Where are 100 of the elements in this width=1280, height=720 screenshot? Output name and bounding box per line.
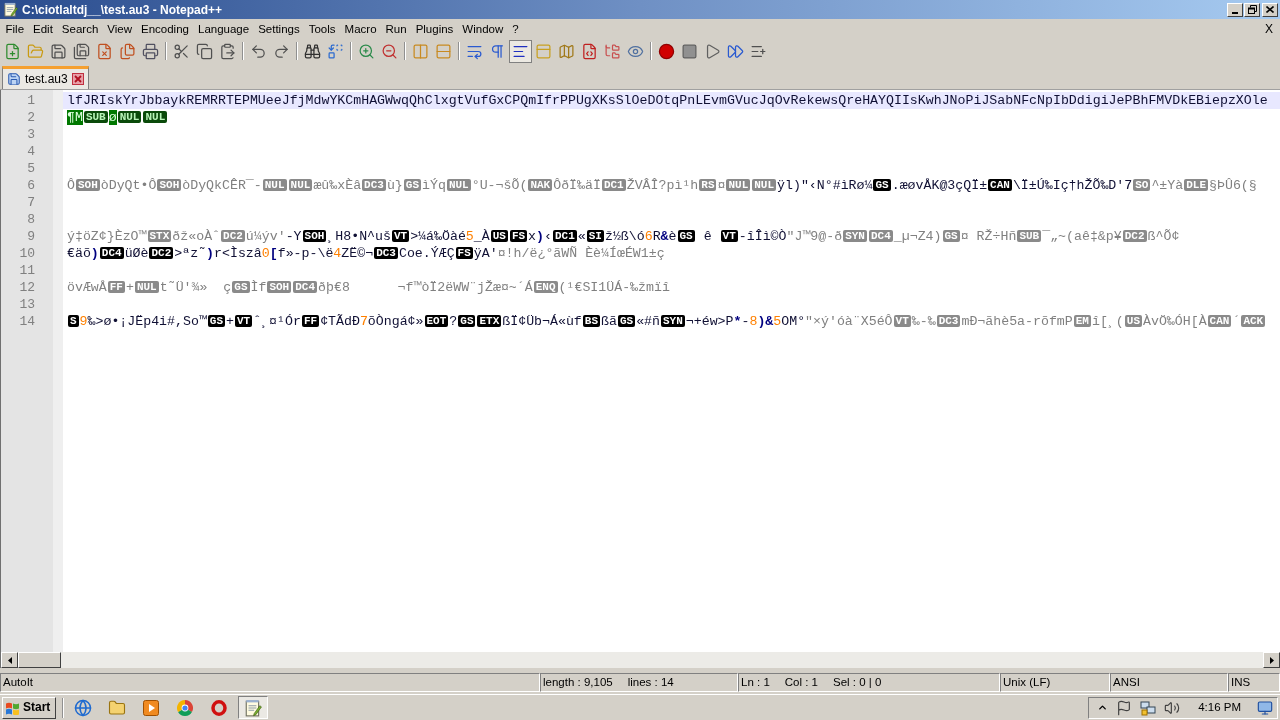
chevron-up-icon[interactable]: [1097, 702, 1109, 713]
menu-item[interactable]: Tools: [304, 20, 341, 37]
line-number: 2: [27, 109, 35, 126]
files-icon[interactable]: [119, 42, 136, 60]
function-list-icon[interactable]: [581, 42, 598, 60]
close-icon[interactable]: [71, 73, 84, 85]
status-text: Unix (LF): [1003, 675, 1051, 690]
clock-text[interactable]: 4:16 PM: [1198, 700, 1241, 715]
desktop-icon[interactable]: [1257, 699, 1273, 716]
line-number: 3: [27, 126, 35, 143]
horizontal-scrollbar[interactable]: [0, 652, 1280, 668]
save-icon: [7, 72, 21, 86]
menu-item[interactable]: Encoding: [136, 20, 194, 37]
code-line: S 9‰>ø•¡JËp4i#,So™ GS + VT ˆ¸¤¹Ór FF ¢TÃdÐ7õÒngá¢» EOT ? GS ETX ßÏ¢Üb¬Á«ùf BS ßã GS «#ñ SYN ¬+éw>P*-8)&5OM°"×ý'óà¨X5éÔ VT ‰-‰ DC3 mÐ¬ãhè5a-rõfmP EM î[¸( US ÀvÖ‰ÓH[À CAN ´ ACK: [67, 313, 1267, 330]
menu-item[interactable]: Macro: [340, 20, 382, 37]
line-number: 13: [19, 296, 35, 313]
ring-icon: [211, 699, 227, 716]
play-icon[interactable]: [704, 42, 721, 60]
line-number: 12: [19, 279, 35, 296]
document-tab[interactable]: test.au3: [2, 66, 89, 89]
cut-icon[interactable]: [173, 42, 190, 60]
start-button[interactable]: Start: [2, 696, 56, 719]
taskbar-app-button[interactable]: [238, 696, 268, 719]
code-line: Ô SOH òDyQt•Ô SOH òDyQkCÊR¯- NUL NUL æû‰xÈâ DC3 ù} GS ìÝq NUL °U-¬šÕ( NAK ÔðÏ‰äÏ DC1 ŽVÂÎ?pì¹h RS ¤ NUL NUL ÿl)"‹N°#ìRø¼ GS .æøvÅK@3çQÏ± CAN \Ï±Ú‰Iç†hŽÕ‰D'7 SO ^±Yà DLE §ÞÛ6(§: [67, 177, 1257, 194]
status-text: Ln : 1: [741, 675, 770, 690]
scroll-right-button[interactable]: [1263, 652, 1280, 668]
line-number: 1: [27, 92, 35, 109]
redo-icon[interactable]: [273, 42, 290, 60]
menu-item[interactable]: Edit: [28, 20, 58, 37]
close-document-button[interactable]: X: [1263, 20, 1275, 37]
record-icon[interactable]: [658, 42, 675, 60]
status-text: AutoIt: [3, 675, 34, 690]
segmented-circle-icon: [177, 699, 193, 716]
code-line: €äõ) DC4 üØè DC2 >ªz˜)r<Ìszâ0[f»-p-\ë4ZË©¬ DC3 Coe.ÝÆÇ FS ÿA'¤!h/ë¿°ãWÑ Èè¼ÍœÉW1±ç: [67, 245, 665, 262]
status-text: lines : 14: [627, 675, 674, 690]
status-text: Col : 1: [784, 675, 819, 690]
line-number: 6: [27, 177, 35, 194]
line-number: 5: [27, 160, 35, 177]
line-number: 11: [19, 262, 35, 279]
line-number: 9: [27, 228, 35, 245]
menu-item[interactable]: Window: [457, 20, 508, 37]
flag-icon[interactable]: [1116, 699, 1133, 716]
line-number: 4: [27, 143, 35, 160]
status-text: Sel : 0 | 0: [833, 675, 882, 690]
notepad-icon: [3, 2, 18, 17]
folder-tree-icon[interactable]: [604, 42, 621, 60]
stop-icon[interactable]: [681, 42, 698, 60]
menu-item[interactable]: Language: [193, 20, 254, 37]
window-title: C:\ciotlaltdj__\test.au3 - Notepad++: [22, 1, 223, 18]
code-line: lfJRIskYrJbbaykREMRRTEPMUeeJfjMdwYKCmHAGWwqQhClxgtVufGxCPQmIfrPPUgXKsSlOeDOtqPnLEvmGVucJqOvRekewsQreHAYQIIsKwhJNoPiJSabNFcNpIbDdigiJePBhFMVDkEBiepzXOle: [67, 92, 1268, 109]
scroll-left-button[interactable]: [1, 652, 18, 668]
fast-forward-icon[interactable]: [727, 42, 744, 60]
line-number: 8: [27, 211, 35, 228]
folder-icon: [108, 698, 126, 717]
replace-icon[interactable]: [327, 42, 344, 60]
zoom-out-icon[interactable]: [381, 42, 398, 60]
right-triangle-icon: [1269, 656, 1274, 664]
menu-item[interactable]: Settings: [253, 20, 305, 37]
network-icon[interactable]: [1140, 699, 1157, 716]
status-text: INS: [1231, 675, 1251, 690]
print-icon[interactable]: [142, 42, 159, 60]
binoculars-icon[interactable]: [304, 42, 321, 60]
notepad-icon: [244, 698, 262, 717]
scrollbar-thumb[interactable]: [18, 652, 61, 668]
restore-button[interactable]: [1244, 2, 1260, 17]
status-text: length : 9,105: [543, 675, 613, 690]
globe-icon: [74, 698, 92, 717]
paste-icon[interactable]: [219, 42, 236, 60]
start-logo-icon: [5, 700, 21, 715]
close-button[interactable]: [1262, 2, 1278, 17]
code-line: ý‡öZ¢}ÈzO™ STX ðž«oÀˆ DC2 ú¼ýv'-Y SOH ¸H8•N^uš VT >¼á‰Öàé5_À US FS x)‹ DC1 « SI ž½ß\ó6R&è GS ê VT -îÎì©Ò"J™9@-ð SYN DC4 _µ¬Z4) GS ¤ RŽ÷Hñ SUB ¯„~(aê‡&p¥ DC2 ß^Õ¢: [67, 228, 1180, 245]
save-all-icon[interactable]: [73, 42, 90, 60]
undo-icon[interactable]: [250, 42, 267, 60]
menu-item[interactable]: Search: [57, 20, 103, 37]
new-file-icon[interactable]: [4, 42, 21, 60]
menu-item[interactable]: File: [1, 20, 29, 37]
map-icon[interactable]: [558, 42, 575, 60]
restore-icon: [1247, 5, 1257, 14]
speaker-icon[interactable]: [1164, 699, 1181, 716]
zoom-in-icon[interactable]: [358, 42, 375, 60]
left-triangle-icon: [7, 656, 12, 664]
minimize-button[interactable]: [1227, 2, 1243, 17]
menu-item[interactable]: ?: [507, 20, 524, 37]
close-icon: [1266, 6, 1274, 13]
code-line: ¶M SUB ø NUL NUL: [67, 109, 169, 126]
indent-lines-icon[interactable]: [509, 39, 532, 63]
pilcrow-icon[interactable]: [489, 42, 506, 60]
play-tile-icon: [143, 699, 159, 716]
menu-item[interactable]: Run: [381, 20, 412, 37]
copy-icon[interactable]: [196, 42, 213, 60]
line-number: 7: [27, 194, 35, 211]
minimize-icon: [1232, 11, 1238, 14]
menu-item[interactable]: View: [102, 20, 137, 37]
line-number: 14: [19, 313, 35, 330]
menu-item[interactable]: Plugins: [411, 20, 458, 37]
save-icon[interactable]: [50, 42, 67, 60]
tab-label: test.au3: [25, 71, 68, 87]
close-file-icon[interactable]: [96, 42, 113, 60]
code-line: övÆwÅ FF + NUL t˜Ü'¾» ç GS Ìf SOH DC4 ðþ€8 ¬f™òÏ2ëWW¨jŽæ¤~´Á ENQ (¹€SI1ÜÁ-‰žmïî: [67, 279, 670, 296]
line-number: 10: [19, 245, 35, 262]
